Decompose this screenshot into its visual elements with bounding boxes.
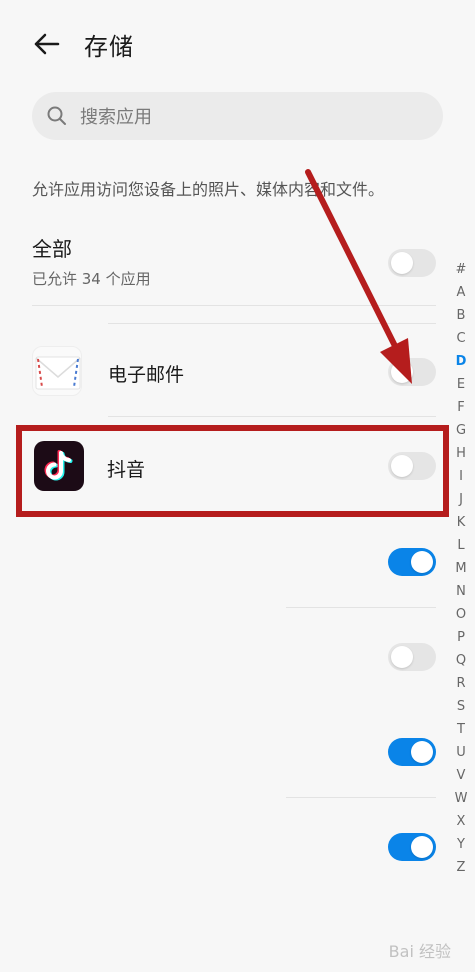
- toggle-knob: [411, 551, 433, 573]
- index-letter[interactable]: D: [450, 350, 472, 373]
- toggle-knob: [391, 646, 413, 668]
- index-letter[interactable]: K: [450, 511, 472, 534]
- divider: [32, 305, 436, 306]
- index-letter[interactable]: U: [450, 741, 472, 764]
- index-letter[interactable]: Z: [450, 856, 472, 879]
- index-letter[interactable]: A: [450, 281, 472, 304]
- header: 存储: [0, 0, 475, 88]
- app-toggle[interactable]: [388, 833, 436, 861]
- index-letter[interactable]: O: [450, 603, 472, 626]
- divider: [108, 416, 436, 417]
- highlight-box: [16, 425, 449, 517]
- index-letter[interactable]: T: [450, 718, 472, 741]
- index-letter[interactable]: Y: [450, 833, 472, 856]
- back-button[interactable]: [30, 26, 66, 62]
- watermark: Bai 经验: [388, 942, 451, 961]
- index-letter[interactable]: I: [450, 465, 472, 488]
- divider: [286, 607, 436, 608]
- toggle-knob: [411, 836, 433, 858]
- index-letter[interactable]: L: [450, 534, 472, 557]
- search-input[interactable]: 搜索应用: [32, 92, 443, 140]
- divider: [108, 323, 436, 324]
- search-icon: [47, 106, 66, 125]
- index-letter[interactable]: P: [450, 626, 472, 649]
- index-letter[interactable]: H: [450, 442, 472, 465]
- all-apps-title: 全部: [32, 237, 72, 261]
- index-letter[interactable]: X: [450, 810, 472, 833]
- app-name-email: 电子邮件: [108, 364, 185, 386]
- index-letter[interactable]: W: [450, 787, 472, 810]
- app-toggle[interactable]: [388, 738, 436, 766]
- arrow-left-icon: [34, 33, 60, 55]
- all-apps-subtitle: 已允许 34 个应用: [32, 270, 151, 288]
- index-letter[interactable]: F: [450, 396, 472, 419]
- toggle-knob: [391, 361, 413, 383]
- index-letter[interactable]: C: [450, 327, 472, 350]
- toggle-knob: [391, 252, 413, 274]
- toggle-knob: [411, 741, 433, 763]
- index-letter[interactable]: J: [450, 488, 472, 511]
- page-title: 存储: [84, 33, 134, 61]
- email-envelope-icon: [32, 346, 82, 396]
- index-letter[interactable]: G: [450, 419, 472, 442]
- search-placeholder: 搜索应用: [80, 107, 152, 128]
- storage-permission-page: 存储 搜索应用 允许应用访问您设备上的照片、媒体内容和文件。 全部 已允许 34…: [0, 0, 475, 972]
- index-letter[interactable]: S: [450, 695, 472, 718]
- app-toggle[interactable]: [388, 548, 436, 576]
- index-letter[interactable]: N: [450, 580, 472, 603]
- divider: [286, 797, 436, 798]
- index-letter[interactable]: M: [450, 557, 472, 580]
- email-app-toggle[interactable]: [388, 358, 436, 386]
- all-apps-toggle[interactable]: [388, 249, 436, 277]
- index-letter[interactable]: #: [450, 258, 472, 281]
- app-toggle[interactable]: [388, 643, 436, 671]
- index-letter[interactable]: Q: [450, 649, 472, 672]
- index-letter[interactable]: E: [450, 373, 472, 396]
- index-letter[interactable]: V: [450, 764, 472, 787]
- index-letter[interactable]: B: [450, 304, 472, 327]
- index-letter[interactable]: R: [450, 672, 472, 695]
- alphabet-index-bar[interactable]: # A B C D E F G H I J K L M N O P Q R S T U V W X Y Z: [450, 258, 472, 879]
- permission-description: 允许应用访问您设备上的照片、媒体内容和文件。: [32, 180, 385, 199]
